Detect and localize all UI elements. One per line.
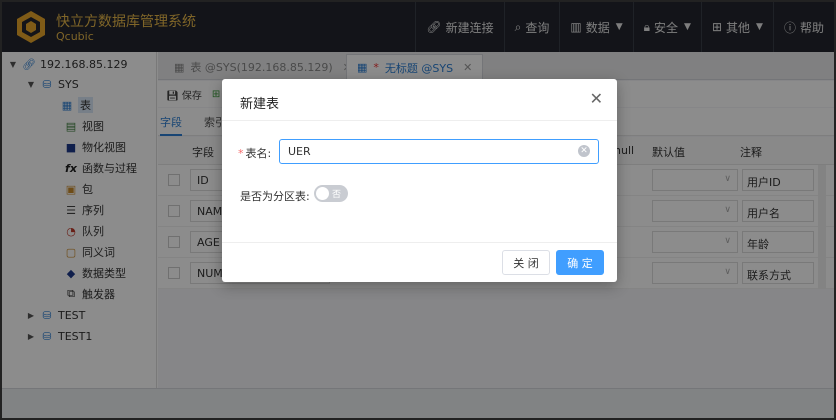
- dialog-title: 新建表: [240, 97, 280, 112]
- table-name-label: * 表名:: [238, 145, 271, 161]
- partition-toggle[interactable]: 否: [314, 185, 348, 202]
- confirm-button[interactable]: 确 定: [556, 250, 604, 275]
- label-text: 表名:: [245, 147, 272, 160]
- close-icon[interactable]: ✕: [590, 91, 603, 107]
- table-name-input[interactable]: UER: [279, 139, 599, 164]
- close-button[interactable]: 关 闭: [502, 250, 550, 275]
- clear-icon[interactable]: ✕: [578, 145, 590, 157]
- divider: [222, 242, 617, 243]
- partition-label: 是否为分区表:: [240, 190, 310, 203]
- divider: [222, 120, 617, 121]
- new-table-dialog: 新建表 ✕ * 表名: UER ✕ 是否为分区表: 否 关 闭 确 定: [222, 79, 617, 282]
- toggle-text: 否: [332, 190, 342, 200]
- toggle-knob: [316, 187, 329, 200]
- app-window: 快立方数据库管理系统 Qcubic 🔗︎ 新建连接 ⌕ 查询 ▥ 数据 ▼ 🔒︎…: [0, 0, 836, 420]
- required-asterisk: *: [238, 147, 244, 160]
